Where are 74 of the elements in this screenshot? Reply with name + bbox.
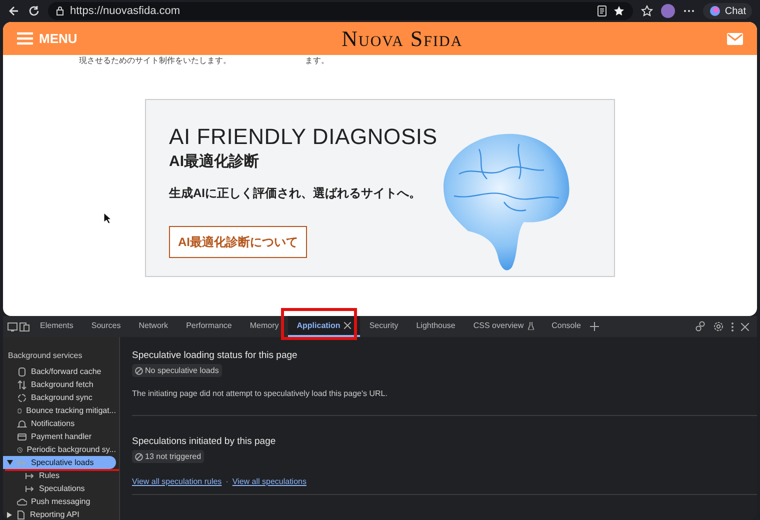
cloud-icon — [17, 496, 27, 506]
sidebar-item[interactable]: Bounce tracking mitigat... — [3, 404, 116, 417]
devtools-tab[interactable]: Application — [288, 316, 360, 337]
mouse-cursor-icon — [103, 212, 111, 224]
devtools-tab[interactable]: Memory — [240, 316, 288, 337]
more-icon[interactable] — [731, 322, 734, 332]
close-icon[interactable] — [741, 322, 749, 330]
about-button[interactable]: AI最適化診断について — [169, 226, 307, 258]
devtools-tab[interactable]: CSS overview — [464, 316, 543, 337]
sync-icon — [17, 392, 27, 402]
status-description: The initiating page did not attempt to speculatively load this page's URL. — [132, 389, 388, 398]
section-heading: Speculations initiated by this page — [132, 436, 277, 447]
sidebar-item[interactable]: Reporting API — [3, 508, 116, 520]
speculation-link[interactable]: View all speculation rules — [132, 477, 222, 486]
banner-tagline: 生成AIに正しく評価され、選ばれるサイトへ。 — [169, 185, 422, 202]
add-tab-icon[interactable] — [590, 322, 599, 331]
sidebar-item[interactable]: Speculations — [3, 482, 116, 495]
sidebar-item[interactable]: Notifications — [3, 417, 116, 430]
star-icon[interactable] — [612, 5, 625, 17]
banner-subtitle: AI最適化診断 — [169, 152, 260, 171]
favorites-icon[interactable] — [640, 5, 653, 17]
sidebar-item[interactable]: Background fetch — [3, 378, 116, 391]
sidebar-item[interactable]: Rules — [3, 469, 116, 482]
status-badge: 13 not triggered — [132, 450, 204, 463]
arrows-icon — [17, 380, 27, 390]
close-icon[interactable] — [344, 322, 352, 329]
sidebar-item[interactable]: Payment handler — [3, 430, 116, 443]
clock-icon — [17, 444, 23, 454]
cylinder-icon — [17, 406, 22, 416]
menu-icon — [17, 32, 33, 45]
intro-text: ます。 — [305, 55, 329, 67]
flask-icon — [528, 322, 534, 330]
link-separator: · — [226, 477, 228, 486]
sidebar-item[interactable]: Speculative loads — [3, 456, 116, 469]
devtools-tab[interactable]: Performance — [177, 316, 241, 337]
bell-icon — [17, 418, 27, 428]
devtools-tab[interactable]: Network — [130, 316, 178, 337]
intro-text: 現させるためのサイト制作をいたします。 — [79, 55, 232, 67]
sidebar-item[interactable]: Back/forward cache — [3, 365, 116, 378]
devtools-tab[interactable]: Console — [542, 316, 590, 337]
sidebar-item[interactable]: Background sync — [3, 391, 116, 404]
file-icon — [16, 510, 26, 520]
devtools-tab[interactable]: Lighthouse — [407, 316, 464, 337]
sidebar-item[interactable]: Push messaging — [3, 495, 116, 508]
speculation-link[interactable]: View all speculations — [232, 477, 306, 486]
section-heading: Speculative loading status for this page — [132, 350, 298, 361]
lock-icon — [56, 6, 64, 16]
reader-icon[interactable] — [596, 5, 607, 17]
link-icon[interactable] — [695, 321, 706, 332]
blocked-icon — [135, 452, 143, 460]
arrow-icon — [17, 458, 27, 468]
chat-button[interactable]: Chat — [702, 3, 752, 19]
cylinder-icon — [17, 366, 27, 376]
url-text: https://nuovasfida.com — [70, 5, 180, 17]
arrow-icon — [25, 484, 35, 494]
devtools-tab[interactable]: Sources — [82, 316, 130, 337]
devtools-tab[interactable]: Elements — [31, 316, 82, 337]
avatar-icon[interactable] — [660, 4, 675, 18]
site-logo[interactable]: Nuova Sfida — [77, 26, 727, 52]
settings-icon[interactable] — [713, 321, 724, 332]
copilot-icon — [708, 5, 721, 17]
card-icon — [17, 432, 27, 442]
sidebar-item[interactable]: Periodic background sy... — [3, 443, 116, 456]
back-icon[interactable] — [8, 5, 20, 17]
blocked-icon — [135, 366, 143, 374]
devtools-tab[interactable]: Security — [360, 316, 408, 337]
banner-title: AI FRIENDLY DIAGNOSIS — [169, 124, 438, 150]
status-badge: No speculative loads — [132, 364, 222, 377]
arrow-icon — [25, 470, 35, 480]
sidebar-section-title: Background services — [7, 351, 84, 362]
reload-icon[interactable] — [28, 5, 40, 17]
inspect-icon[interactable] — [19, 322, 31, 332]
device-icon[interactable] — [7, 322, 19, 332]
address-bar[interactable]: https://nuovasfida.com — [48, 2, 633, 20]
